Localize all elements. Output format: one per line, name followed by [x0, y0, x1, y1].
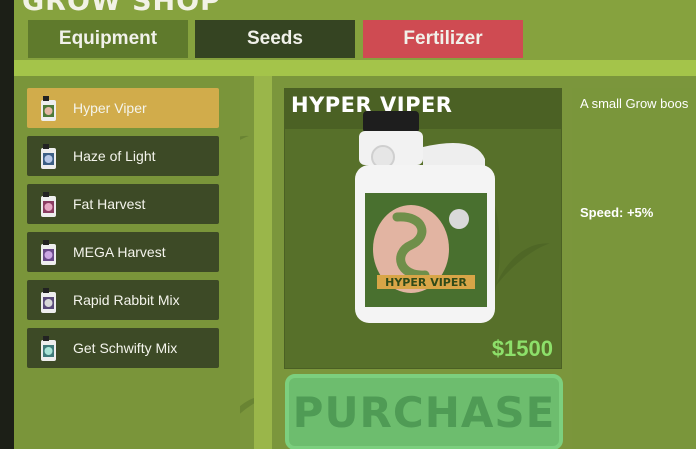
- product-description: A small Grow boos: [580, 96, 689, 111]
- item-haze-of-light[interactable]: Haze of Light: [27, 136, 219, 176]
- product-info-panel: A small Grow boos Speed: +5%: [572, 88, 696, 449]
- item-label: MEGA Harvest: [73, 244, 166, 260]
- item-rapid-rabbit-mix[interactable]: Rapid Rabbit Mix: [27, 280, 219, 320]
- item-label: Get Schwifty Mix: [73, 340, 178, 356]
- product-detail-panel: HYPER VIPER HYPER VIPER $1500: [284, 88, 562, 369]
- fertilizer-bottle-icon: [38, 142, 59, 170]
- grow-shop-window: GROW SHOP Equipment Seeds Fertilizer Hyp…: [14, 0, 696, 449]
- fertilizer-bottle-image: HYPER VIPER: [355, 111, 495, 323]
- product-price: $1500: [491, 336, 553, 361]
- item-list: Hyper Viper Haze of Light Fat Harvest ME…: [14, 76, 240, 449]
- tab-seeds[interactable]: Seeds: [195, 20, 355, 58]
- tab-fertilizer[interactable]: Fertilizer: [363, 20, 523, 58]
- purchase-button[interactable]: PURCHASE: [285, 374, 563, 449]
- item-label: Haze of Light: [73, 148, 156, 164]
- item-label: Hyper Viper: [73, 100, 147, 116]
- item-fat-harvest[interactable]: Fat Harvest: [27, 184, 219, 224]
- fertilizer-bottle-icon: [38, 94, 59, 122]
- tab-equipment[interactable]: Equipment: [28, 20, 188, 58]
- fertilizer-bottle-icon: [38, 190, 59, 218]
- item-label: Rapid Rabbit Mix: [73, 292, 180, 308]
- fertilizer-bottle-icon: [38, 286, 59, 314]
- fertilizer-bottle-icon: [38, 238, 59, 266]
- panel-divider: [254, 76, 272, 449]
- fertilizer-bottle-icon: [38, 334, 59, 362]
- shop-title: GROW SHOP: [22, 0, 221, 17]
- header-divider: [14, 60, 696, 76]
- item-label: Fat Harvest: [73, 196, 146, 212]
- item-get-schwifty-mix[interactable]: Get Schwifty Mix: [27, 328, 219, 368]
- item-mega-harvest[interactable]: MEGA Harvest: [27, 232, 219, 272]
- bottle-label-text: HYPER VIPER: [385, 276, 467, 289]
- product-speed-stat: Speed: +5%: [580, 205, 654, 220]
- shop-content: Hyper Viper Haze of Light Fat Harvest ME…: [14, 76, 696, 449]
- item-hyper-viper[interactable]: Hyper Viper: [27, 88, 219, 128]
- header-band: GROW SHOP Equipment Seeds Fertilizer: [14, 0, 696, 60]
